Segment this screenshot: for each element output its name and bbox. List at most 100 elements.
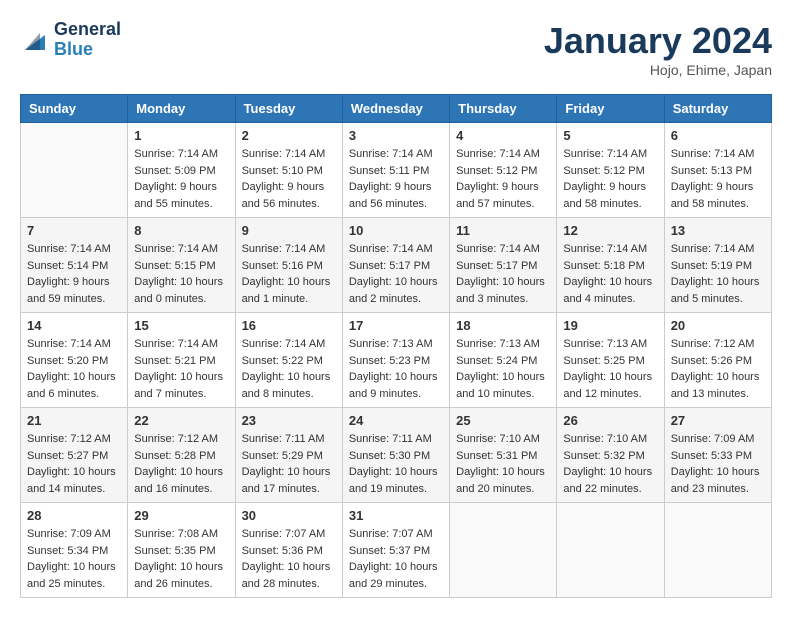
day-info: Sunrise: 7:14 AMSunset: 5:19 PMDaylight:… — [671, 241, 765, 307]
calendar-cell: 4 Sunrise: 7:14 AMSunset: 5:12 PMDaylight… — [450, 123, 557, 218]
calendar-cell: 3 Sunrise: 7:14 AMSunset: 5:11 PMDaylight… — [342, 123, 449, 218]
day-info: Sunrise: 7:11 AMSunset: 5:30 PMDaylight:… — [349, 431, 443, 497]
day-info: Sunrise: 7:14 AMSunset: 5:10 PMDaylight:… — [242, 146, 336, 212]
calendar-cell — [557, 503, 664, 598]
calendar-cell: 29Sunrise: 7:08 AMSunset: 5:35 PMDayligh… — [128, 503, 235, 598]
weekday-header: Thursday — [450, 95, 557, 123]
day-number: 22 — [134, 413, 228, 428]
day-number: 3 — [349, 128, 443, 143]
day-number: 9 — [242, 223, 336, 238]
day-info: Sunrise: 7:14 AMSunset: 5:14 PMDaylight:… — [27, 241, 121, 307]
calendar-cell: 19 Sunrise: 7:13 AMSunset: 5:25 PMDayligh… — [557, 313, 664, 408]
weekday-header: Tuesday — [235, 95, 342, 123]
day-info: Sunrise: 7:08 AMSunset: 5:35 PMDaylight:… — [134, 526, 228, 592]
calendar-cell: 20Sunrise: 7:12 AMSunset: 5:26 PMDayligh… — [664, 313, 771, 408]
calendar-cell: 25Sunrise: 7:10 AMSunset: 5:31 PMDayligh… — [450, 408, 557, 503]
day-info: Sunrise: 7:14 AMSunset: 5:22 PMDaylight:… — [242, 336, 336, 402]
day-number: 2 — [242, 128, 336, 143]
day-info: Sunrise: 7:13 AMSunset: 5:25 PMDaylight:… — [563, 336, 657, 402]
day-info: Sunrise: 7:14 AMSunset: 5:20 PMDaylight:… — [27, 336, 121, 402]
logo-icon — [20, 25, 50, 55]
calendar-cell — [450, 503, 557, 598]
calendar-cell: 11Sunrise: 7:14 AMSunset: 5:17 PMDayligh… — [450, 218, 557, 313]
weekday-header: Wednesday — [342, 95, 449, 123]
calendar-cell: 7Sunrise: 7:14 AMSunset: 5:14 PMDaylight… — [21, 218, 128, 313]
day-info: Sunrise: 7:09 AMSunset: 5:34 PMDaylight:… — [27, 526, 121, 592]
day-number: 24 — [349, 413, 443, 428]
day-info: Sunrise: 7:14 AMSunset: 5:17 PMDaylight:… — [349, 241, 443, 307]
weekday-header: Saturday — [664, 95, 771, 123]
day-info: Sunrise: 7:07 AMSunset: 5:37 PMDaylight:… — [349, 526, 443, 592]
logo-text: General Blue — [54, 20, 121, 60]
calendar-week-row: 28 Sunrise: 7:09 AMSunset: 5:34 PMDayligh… — [21, 503, 772, 598]
location: Hojo, Ehime, Japan — [544, 62, 772, 78]
calendar-week-row: 7Sunrise: 7:14 AMSunset: 5:14 PMDaylight… — [21, 218, 772, 313]
calendar-cell — [664, 503, 771, 598]
day-number: 18 — [456, 318, 550, 333]
calendar-cell: 23 Sunrise: 7:11 AMSunset: 5:29 PMDayligh… — [235, 408, 342, 503]
day-info: Sunrise: 7:13 AMSunset: 5:23 PMDaylight:… — [349, 336, 443, 402]
day-number: 17 — [349, 318, 443, 333]
calendar-cell: 5Sunrise: 7:14 AMSunset: 5:12 PMDaylight… — [557, 123, 664, 218]
day-number: 11 — [456, 223, 550, 238]
day-number: 12 — [563, 223, 657, 238]
calendar-cell: 1Sunrise: 7:14 AMSunset: 5:09 PMDaylight… — [128, 123, 235, 218]
calendar-cell: 17 Sunrise: 7:13 AMSunset: 5:23 PMDayligh… — [342, 313, 449, 408]
day-info: Sunrise: 7:14 AMSunset: 5:11 PMDaylight:… — [349, 146, 443, 212]
page-header: General Blue January 2024 Hojo, Ehime, J… — [20, 20, 772, 78]
calendar-week-row: 14Sunrise: 7:14 AMSunset: 5:20 PMDayligh… — [21, 313, 772, 408]
day-info: Sunrise: 7:14 AMSunset: 5:15 PMDaylight:… — [134, 241, 228, 307]
calendar-cell: 24 Sunrise: 7:11 AMSunset: 5:30 PMDayligh… — [342, 408, 449, 503]
day-info: Sunrise: 7:14 AMSunset: 5:18 PMDaylight:… — [563, 241, 657, 307]
calendar-cell: 8 Sunrise: 7:14 AMSunset: 5:15 PMDaylight… — [128, 218, 235, 313]
day-info: Sunrise: 7:14 AMSunset: 5:12 PMDaylight:… — [563, 146, 657, 212]
calendar-cell: 27Sunrise: 7:09 AMSunset: 5:33 PMDayligh… — [664, 408, 771, 503]
title-block: January 2024 Hojo, Ehime, Japan — [544, 20, 772, 78]
calendar-cell: 21 Sunrise: 7:12 AMSunset: 5:27 PMDayligh… — [21, 408, 128, 503]
logo: General Blue — [20, 20, 121, 60]
day-number: 6 — [671, 128, 765, 143]
day-number: 10 — [349, 223, 443, 238]
day-number: 28 — [27, 508, 121, 523]
day-number: 19 — [563, 318, 657, 333]
day-info: Sunrise: 7:10 AMSunset: 5:32 PMDaylight:… — [563, 431, 657, 497]
calendar-cell: 14Sunrise: 7:14 AMSunset: 5:20 PMDayligh… — [21, 313, 128, 408]
day-info: Sunrise: 7:14 AMSunset: 5:13 PMDaylight:… — [671, 146, 765, 212]
weekday-header-row: SundayMondayTuesdayWednesdayThursdayFrid… — [21, 95, 772, 123]
day-number: 20 — [671, 318, 765, 333]
calendar-cell: 26 Sunrise: 7:10 AMSunset: 5:32 PMDayligh… — [557, 408, 664, 503]
day-number: 21 — [27, 413, 121, 428]
day-number: 25 — [456, 413, 550, 428]
day-info: Sunrise: 7:14 AMSunset: 5:21 PMDaylight:… — [134, 336, 228, 402]
calendar-cell: 22Sunrise: 7:12 AMSunset: 5:28 PMDayligh… — [128, 408, 235, 503]
weekday-header: Sunday — [21, 95, 128, 123]
calendar-table: SundayMondayTuesdayWednesdayThursdayFrid… — [20, 94, 772, 598]
day-number: 23 — [242, 413, 336, 428]
calendar-cell: 16 Sunrise: 7:14 AMSunset: 5:22 PMDayligh… — [235, 313, 342, 408]
day-number: 16 — [242, 318, 336, 333]
month-title: January 2024 — [544, 20, 772, 62]
day-info: Sunrise: 7:14 AMSunset: 5:12 PMDaylight:… — [456, 146, 550, 212]
day-info: Sunrise: 7:11 AMSunset: 5:29 PMDaylight:… — [242, 431, 336, 497]
day-number: 8 — [134, 223, 228, 238]
calendar-cell: 6 Sunrise: 7:14 AMSunset: 5:13 PMDaylight… — [664, 123, 771, 218]
day-number: 31 — [349, 508, 443, 523]
logo-general: General — [54, 20, 121, 40]
calendar-cell: 18Sunrise: 7:13 AMSunset: 5:24 PMDayligh… — [450, 313, 557, 408]
calendar-week-row: 21 Sunrise: 7:12 AMSunset: 5:27 PMDayligh… — [21, 408, 772, 503]
day-number: 26 — [563, 413, 657, 428]
day-info: Sunrise: 7:07 AMSunset: 5:36 PMDaylight:… — [242, 526, 336, 592]
day-number: 15 — [134, 318, 228, 333]
day-info: Sunrise: 7:09 AMSunset: 5:33 PMDaylight:… — [671, 431, 765, 497]
calendar-cell: 2 Sunrise: 7:14 AMSunset: 5:10 PMDaylight… — [235, 123, 342, 218]
day-number: 4 — [456, 128, 550, 143]
day-info: Sunrise: 7:14 AMSunset: 5:16 PMDaylight:… — [242, 241, 336, 307]
weekday-header: Friday — [557, 95, 664, 123]
day-info: Sunrise: 7:12 AMSunset: 5:27 PMDaylight:… — [27, 431, 121, 497]
day-number: 13 — [671, 223, 765, 238]
logo-blue: Blue — [54, 40, 121, 60]
weekday-header: Monday — [128, 95, 235, 123]
day-info: Sunrise: 7:14 AMSunset: 5:09 PMDaylight:… — [134, 146, 228, 212]
calendar-cell: 9 Sunrise: 7:14 AMSunset: 5:16 PMDaylight… — [235, 218, 342, 313]
calendar-cell: 10 Sunrise: 7:14 AMSunset: 5:17 PMDayligh… — [342, 218, 449, 313]
